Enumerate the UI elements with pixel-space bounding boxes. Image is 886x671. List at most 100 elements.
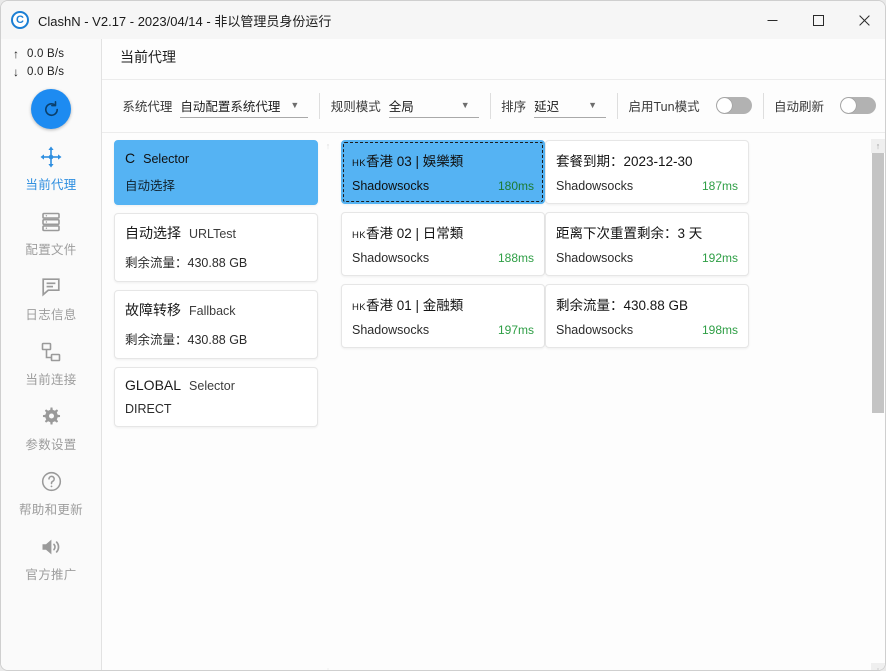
sidebar-item-label: 官方推广 [25,567,77,582]
scroll-up-icon[interactable]: ↑ [871,139,885,153]
group-detail: 剩余流量：430.88 GB [125,329,307,348]
node-region-prefix: HK [352,302,366,313]
page-title: 当前代理 [120,49,176,65]
node-delay: 188ms [497,251,534,265]
sidebar-item-label: 当前代理 [25,177,77,192]
group-type: Fallback [189,304,236,318]
scrollbar-thumb[interactable] [872,153,884,413]
speed-indicator: ↑ 0.0 B/s ↓ 0.0 B/s [1,39,101,81]
sidebar-item-current-proxy[interactable]: 当前代理 [1,142,101,194]
proxy-group-list: C Selector 自动选择 自动选择 URLTest 剩余流量：430.88… [114,140,319,435]
tun-mode-toggle[interactable] [715,97,752,114]
node-protocol: Shadowsocks [352,179,430,193]
group-subtitle: 剩余流量：430.88 GB [125,256,248,270]
proxy-group-card[interactable]: 故障转移 Fallback 剩余流量：430.88 GB [114,290,318,359]
scrollbar-track[interactable] [871,153,885,663]
refresh-button[interactable] [31,89,71,129]
sidebar-item-profiles[interactable]: 配置文件 [1,207,101,259]
chevron-down-icon: ▼ [290,99,300,110]
node-region-prefix: HK [352,158,366,169]
proxy-node-card[interactable]: HK 香港 01 | 金融類 Shadowsocks 197ms [341,284,545,348]
system-proxy-select[interactable]: 自动配置系统代理 ▼ [180,94,309,118]
proxy-node-column-2: 套餐到期：2023-12-30 Shadowsocks 187ms 距离下次重置… [545,140,750,356]
close-button[interactable] [841,1,885,39]
download-speed-row: ↓ 0.0 B/s [1,63,101,81]
group-type: URLTest [189,227,237,241]
group-subtitle: 剩余流量：430.88 GB [125,333,248,347]
proxy-group-card[interactable]: 自动选择 URLTest 剩余流量：430.88 GB [114,213,318,282]
question-circle-icon [40,469,63,495]
sidebar-item-logs[interactable]: 日志信息 [1,272,101,324]
refresh-icon [44,100,58,116]
node-protocol: Shadowsocks [556,251,634,265]
node-region-prefix: HK [352,230,366,241]
node-name: 剩余流量：430.88 GB [556,298,689,313]
system-proxy-group: 系统代理 自动配置系统代理 ▼ [111,79,319,132]
proxy-group-card[interactable]: C Selector 自动选择 [114,140,318,205]
node-delay: 187ms [701,179,738,193]
upload-arrow-icon: ↑ [13,47,19,61]
sidebar-item-label: 当前连接 [25,372,77,387]
node-header: HK 香港 02 | 日常類 [352,222,534,242]
server-rack-icon [40,209,62,235]
sidebar: ↑ 0.0 B/s ↓ 0.0 B/s 当前代理 配置文件 日志信息 当前连接 … [1,39,102,670]
sidebar-item-connections[interactable]: 当前连接 [1,337,101,389]
toolbar-grip[interactable] [107,79,112,132]
proxy-panel: C Selector 自动选择 自动选择 URLTest 剩余流量：430.88… [102,134,885,670]
toolbar: 系统代理 自动配置系统代理 ▼ 规则模式 全局 ▼ 排序 延迟 ▼ 启用Tun模… [102,79,885,133]
node-name: 套餐到期：2023-12-30 [556,154,693,169]
scroll-down-icon[interactable]: ↓ [321,663,335,670]
auto-refresh-label: 自动刷新 [773,100,824,114]
sort-label: 排序 [501,100,527,114]
proxy-node-card[interactable]: 套餐到期：2023-12-30 Shadowsocks 187ms [545,140,749,204]
gear-icon [40,404,63,430]
sidebar-item-promotion[interactable]: 官方推广 [1,532,101,584]
sidebar-item-label: 日志信息 [25,307,77,322]
proxy-node-card[interactable]: 距离下次重置剩余：3 天 Shadowsocks 192ms [545,212,749,276]
rule-mode-select[interactable]: 全局 ▼ [388,94,479,118]
tun-mode-label: 启用Tun模式 [628,100,700,114]
download-speed-value: 0.0 B/s [27,66,65,78]
group-name: GLOBAL [125,377,182,393]
group-name: 故障转移 [125,302,181,318]
node-detail: Shadowsocks 188ms [352,251,534,265]
sort-select[interactable]: 延迟 ▼ [534,94,607,118]
sort-value: 延迟 [534,99,560,114]
node-name: 香港 03 | 娛樂類 [366,154,464,169]
node-protocol: Shadowsocks [352,323,430,337]
chevron-down-icon: ▼ [460,99,470,110]
main-scrollbar[interactable]: ↑ ↓ [871,139,885,670]
connections-icon [40,339,62,365]
sidebar-item-help-update[interactable]: 帮助和更新 [1,467,101,519]
node-detail: Shadowsocks 198ms [556,323,738,337]
node-protocol: Shadowsocks [352,251,430,265]
node-name: 距离下次重置剩余：3 天 [556,226,703,241]
content-area: 当前代理 系统代理 自动配置系统代理 ▼ 规则模式 全局 ▼ 排序 延迟 ▼ 启… [102,39,885,670]
sidebar-item-label: 参数设置 [25,437,77,452]
proxy-node-card[interactable]: 剩余流量：430.88 GB Shadowsocks 198ms [545,284,749,348]
window-title: ClashN - V2.17 - 2023/04/14 - 非以管理员身份运行 [38,13,332,29]
auto-refresh-toggle[interactable] [839,97,876,114]
group-list-scrollbar[interactable]: ↑ ↓ [321,139,335,670]
rule-mode-group: 规则模式 全局 ▼ [320,79,490,132]
scrollbar-track[interactable] [321,153,335,663]
group-subtitle: 自动选择 [125,179,176,193]
node-header: 套餐到期：2023-12-30 [556,150,738,170]
toggle-knob [716,98,732,113]
proxy-nodes-icon [39,144,63,170]
close-icon [858,14,870,26]
proxy-node-card[interactable]: HK 香港 02 | 日常類 Shadowsocks 188ms [341,212,545,276]
title-bar[interactable]: C ClashN - V2.17 - 2023/04/14 - 非以管理员身份运… [1,1,885,39]
proxy-group-card[interactable]: GLOBAL Selector DIRECT [114,367,318,427]
sidebar-item-settings[interactable]: 参数设置 [1,402,101,454]
minimize-button[interactable] [749,1,795,39]
sidebar-item-label: 配置文件 [25,242,77,257]
proxy-node-card[interactable]: HK 香港 03 | 娛樂類 Shadowsocks 180ms [341,140,545,204]
scroll-up-icon[interactable]: ↑ [321,139,335,153]
scroll-down-icon[interactable]: ↓ [871,663,885,670]
node-delay: 180ms [497,179,534,193]
maximize-button[interactable] [795,1,841,39]
node-header: 剩余流量：430.88 GB [556,294,738,314]
node-header: 距离下次重置剩余：3 天 [556,222,738,242]
sidebar-item-label: 帮助和更新 [18,502,83,517]
